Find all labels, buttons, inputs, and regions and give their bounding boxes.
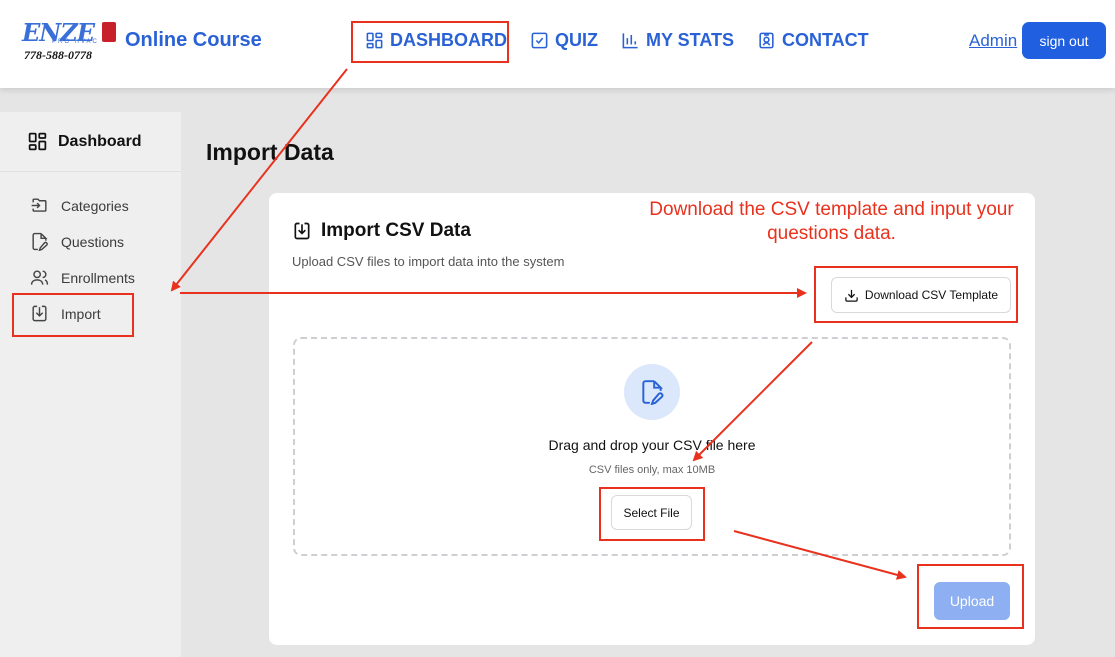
sidebar-item-enrollments[interactable]: Enrollments: [30, 268, 135, 287]
download-template-button[interactable]: Download CSV Template: [831, 277, 1011, 313]
file-edit-icon: [32, 232, 48, 251]
import-icon: [294, 222, 310, 240]
nav-contact-label: CONTACT: [782, 30, 869, 50]
bar-chart-icon: [622, 33, 638, 49]
sidebar: [0, 112, 181, 657]
admin-link[interactable]: Admin: [969, 31, 1017, 51]
top-header: ENZE PRO HVAC 778-588-0778 Online Course…: [0, 0, 1115, 88]
nav-quiz-label: QUIZ: [555, 30, 598, 50]
dashboard-icon: [366, 32, 383, 49]
logo-subtitle: PRO HVAC: [52, 39, 99, 45]
users-icon: [30, 270, 49, 285]
sidebar-item-label: Categories: [61, 197, 129, 214]
nav-dashboard-label: DASHBOARD: [390, 30, 507, 50]
card-title: Import CSV Data: [292, 220, 471, 242]
file-edit-icon: [642, 380, 664, 405]
dropzone-hint: CSV files only, max 10MB: [588, 464, 716, 476]
logo-seal-icon: [102, 22, 116, 42]
page-title: Import Data: [206, 139, 334, 165]
company-logo[interactable]: ENZE PRO HVAC 778-588-0778: [22, 18, 116, 64]
sidebar-item-label: Import: [61, 305, 101, 322]
sidebar-item-import[interactable]: Import: [30, 304, 101, 323]
card-description: Upload CSV files to import data into the…: [292, 254, 565, 269]
sidebar-title[interactable]: Dashboard: [27, 131, 142, 152]
import-icon: [32, 305, 47, 322]
nav-my-stats[interactable]: MY STATS: [621, 30, 734, 51]
annotation-note: Download the CSV template and input your…: [649, 199, 1014, 244]
sidebar-item-questions[interactable]: Questions: [30, 232, 124, 251]
download-template-label: Download CSV Template: [864, 288, 999, 302]
folder-input-icon: [31, 198, 47, 212]
dashboard-icon: [28, 132, 47, 151]
card-title-label: Import CSV Data: [321, 220, 471, 241]
checkbox-icon: [531, 32, 548, 49]
sidebar-item-categories[interactable]: Categories: [30, 196, 129, 215]
dropzone-title: Drag and drop your CSV file here: [548, 437, 756, 453]
sidebar-title-label: Dashboard: [58, 132, 142, 150]
nav-quiz[interactable]: QUIZ: [530, 30, 598, 51]
logo-phone: 778-588-0778: [24, 48, 92, 62]
sidebar-item-label: Enrollments: [61, 269, 135, 286]
sidebar-divider: [0, 171, 181, 172]
sign-out-button[interactable]: sign out: [1022, 22, 1106, 59]
select-file-button[interactable]: Select File: [611, 495, 692, 530]
upload-button[interactable]: Upload: [934, 582, 1010, 620]
dropzone-icon-circle: [624, 364, 680, 420]
sidebar-item-label: Questions: [61, 233, 125, 250]
contact-badge-icon: [759, 32, 774, 49]
download-icon: [845, 289, 858, 302]
nav-my-stats-label: MY STATS: [646, 30, 735, 50]
nav-contact[interactable]: CONTACT: [757, 30, 869, 51]
nav-dashboard[interactable]: DASHBOARD: [365, 30, 507, 51]
brand-title[interactable]: Online Course: [125, 29, 262, 52]
